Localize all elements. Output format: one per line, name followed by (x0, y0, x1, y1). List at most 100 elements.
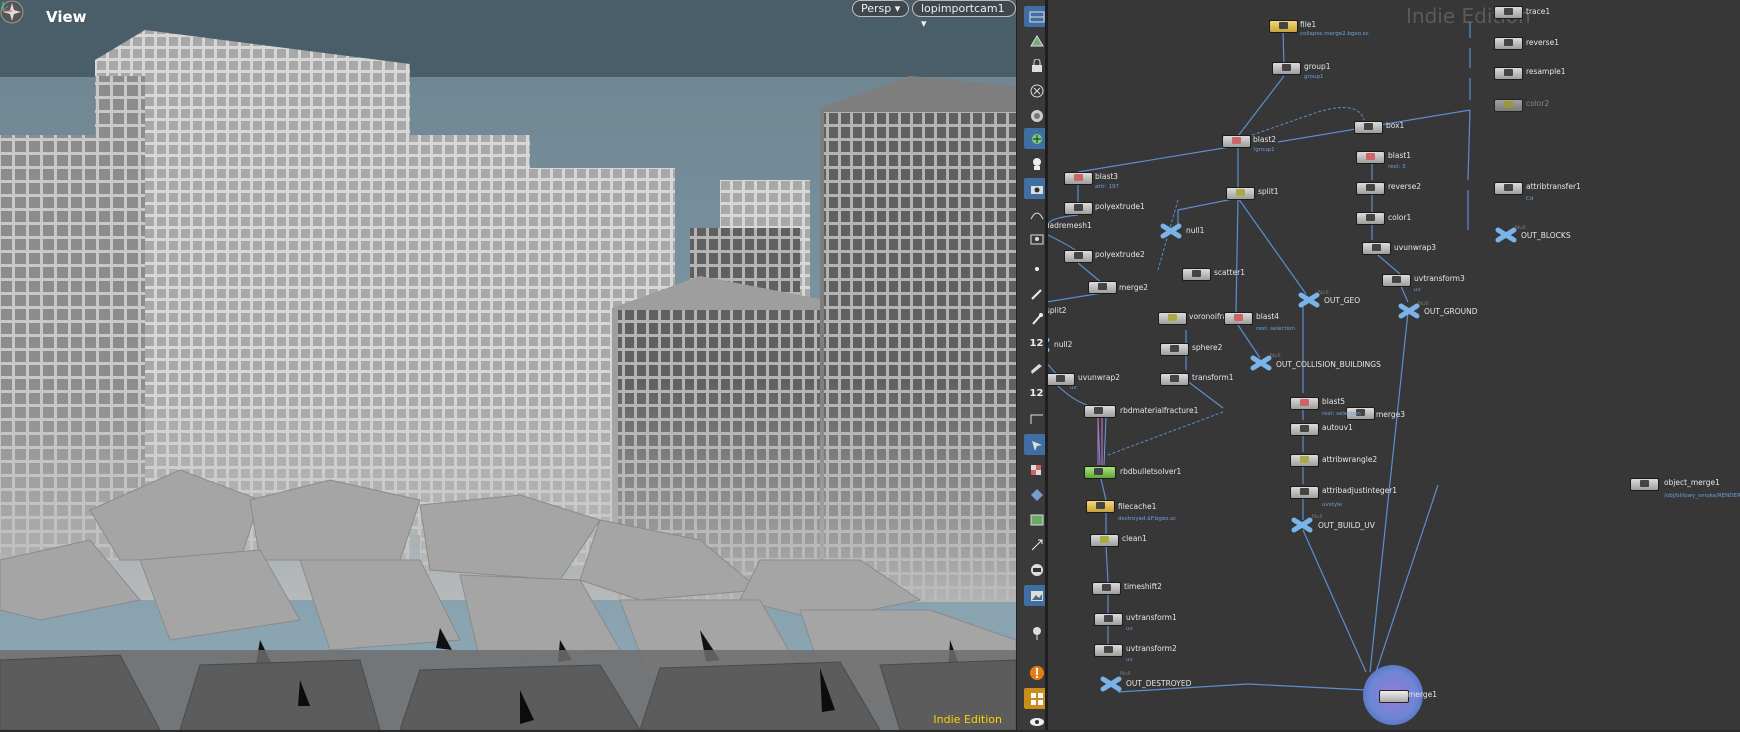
chevron-down-icon: ▾ (894, 2, 901, 15)
node-blast5[interactable] (1290, 397, 1319, 410)
node-clean1[interactable] (1090, 534, 1119, 547)
node-color2[interactable] (1494, 99, 1523, 112)
node-null1-label: null1 (1186, 226, 1205, 235)
node-blast4-label: blast4 (1256, 312, 1280, 321)
node-out-ground-label: OUT_GROUND (1424, 307, 1478, 316)
chevron-down-icon: ▾ (921, 17, 927, 30)
node-trace1-label: trace1 (1526, 7, 1551, 16)
node-blast5-label: blast5 (1322, 397, 1346, 406)
node-resample1-label: resample1 (1526, 67, 1566, 76)
node-filecache1[interactable] (1086, 500, 1115, 513)
node-blast4[interactable] (1224, 312, 1253, 325)
node-transform1[interactable] (1160, 373, 1189, 386)
node-polyextrude1[interactable] (1064, 202, 1093, 215)
node-merge2-label: merge2 (1119, 283, 1149, 292)
node-filecache1-label: filecache1 (1118, 502, 1157, 511)
node-box1[interactable] (1354, 121, 1383, 134)
node-polyextrude2[interactable] (1064, 250, 1093, 263)
node-out-destroyed-sub: Null (1120, 671, 1131, 677)
node-out-blocks-label: OUT_BLOCKS (1521, 231, 1571, 240)
node-split1[interactable] (1226, 187, 1255, 200)
node-object-merge1-label: object_merge1 (1664, 478, 1720, 487)
node-null2-label: null2 (1054, 340, 1073, 349)
node-box1-label: box1 (1386, 121, 1405, 130)
node-group1-sub: group1 (1304, 74, 1324, 80)
node-out-blocks[interactable] (1495, 227, 1517, 243)
axes-gizmo-icon (2, 2, 12, 12)
network-editor[interactable]: Indie Edition file1 collapse.merge2.bgeo… (1048, 0, 1740, 730)
node-out-destroyed[interactable] (1100, 676, 1122, 692)
node-uvtransform2-sub: uv (1126, 657, 1133, 663)
node-object-merge1[interactable] (1630, 478, 1659, 491)
node-uvunwrap2-label: uvunwrap2 (1078, 373, 1121, 382)
node-rbdbulletsolver1-label: rbdbulletsolver1 (1120, 467, 1182, 476)
node-color1[interactable] (1356, 212, 1385, 225)
node-object-merge1-sub: /obj/billowy_smoke/RENDER_my_smoke (1664, 493, 1740, 499)
node-polyextrude2-label: polyextrude2 (1095, 250, 1145, 259)
scene-viewport[interactable]: View Persp ▾ lopimportcam1 ▾ Indie Editi… (0, 0, 1016, 730)
node-reverse1-label: reverse1 (1526, 38, 1559, 47)
node-uvtransform2[interactable] (1094, 644, 1123, 657)
node-out-collision-label: OUT_COLLISION_BUILDINGS (1276, 360, 1381, 369)
node-blast2-label: blast2 (1253, 135, 1277, 144)
node-split1-label: split1 (1258, 187, 1279, 196)
camera-select-button[interactable]: lopimportcam1 ▾ (912, 0, 1016, 30)
node-polyextrude1-label: polyextrude1 (1095, 202, 1145, 211)
node-blast1-sub: rest: 3 (1388, 164, 1406, 170)
node-clean1-label: clean1 (1122, 534, 1147, 543)
node-voronoifracture[interactable] (1158, 312, 1187, 325)
camera-menu-button[interactable]: Persp ▾ (852, 0, 910, 17)
node-uvunwrap3-label: uvunwrap3 (1394, 243, 1437, 252)
node-trace1[interactable] (1494, 6, 1523, 19)
node-merge3-label: merge3 (1376, 410, 1406, 419)
node-scatter1-label: scatter1 (1214, 268, 1245, 277)
node-attribwrangle2[interactable] (1290, 454, 1319, 467)
node-color1-label: color1 (1388, 213, 1412, 222)
node-group1[interactable] (1272, 62, 1301, 75)
node-rbdmaterialfracture1[interactable] (1084, 405, 1116, 418)
edition-label: Indie Edition (933, 713, 1002, 726)
node-autouv1[interactable] (1290, 423, 1319, 436)
node-uvtransform1[interactable] (1094, 613, 1123, 626)
node-attribtransfer1[interactable] (1494, 182, 1523, 195)
node-uvunwrap3[interactable] (1362, 242, 1391, 255)
node-reverse2[interactable] (1356, 182, 1385, 195)
node-out-geo[interactable] (1298, 292, 1320, 308)
node-null2[interactable] (1048, 337, 1050, 353)
node-transform1-label: transform1 (1192, 373, 1234, 382)
node-uvtransform3-label: uvtransform3 (1414, 274, 1465, 283)
node-sphere2[interactable] (1160, 343, 1189, 356)
node-reverse1[interactable] (1494, 37, 1523, 50)
node-split2-label: split2 (1048, 306, 1067, 315)
node-uvtransform3[interactable] (1382, 274, 1411, 287)
camera-name-label: lopimportcam1 (921, 2, 1005, 15)
node-out-destroyed-label: OUT_DESTROYED (1126, 679, 1192, 688)
node-merge2[interactable] (1088, 281, 1117, 294)
node-uvtransform2-label: uvtransform2 (1126, 644, 1177, 653)
node-scatter1[interactable] (1182, 268, 1211, 281)
node-file1-sub: collapse.merge2.bgeo.sc (1300, 31, 1369, 37)
node-file1[interactable] (1269, 20, 1298, 33)
node-timeshift2[interactable] (1092, 582, 1121, 595)
node-out-collision-buildings[interactable] (1250, 355, 1272, 371)
node-blast2[interactable] (1222, 135, 1251, 148)
node-rbdbulletsolver1[interactable] (1084, 466, 1116, 479)
node-null1[interactable] (1160, 223, 1182, 239)
node-blast4-sub: rest: selection (1256, 326, 1295, 332)
node-file1-label: file1 (1300, 20, 1317, 29)
node-blast3-sub: attr: 197 (1095, 184, 1119, 190)
node-out-build-uv-label: OUT_BUILD_UV (1318, 521, 1375, 530)
node-attribadjustinteger1-sub: uvstyle (1322, 502, 1342, 508)
node-out-ground[interactable] (1398, 303, 1420, 319)
node-voronoifracture-label: voronoifra (1189, 312, 1228, 321)
node-blast3-label: blast3 (1095, 172, 1119, 181)
node-blast1[interactable] (1356, 151, 1385, 164)
node-blast3[interactable] (1064, 172, 1093, 185)
node-attribwrangle2-label: attribwrangle2 (1322, 455, 1378, 464)
node-out-geo-label: OUT_GEO (1324, 296, 1361, 305)
node-attribadjustinteger1[interactable] (1290, 486, 1319, 499)
node-attribtransfer1-sub: Cd (1526, 196, 1534, 202)
node-resample1[interactable] (1494, 67, 1523, 80)
node-group1-label: group1 (1304, 62, 1331, 71)
node-out-build-uv[interactable] (1291, 517, 1313, 533)
